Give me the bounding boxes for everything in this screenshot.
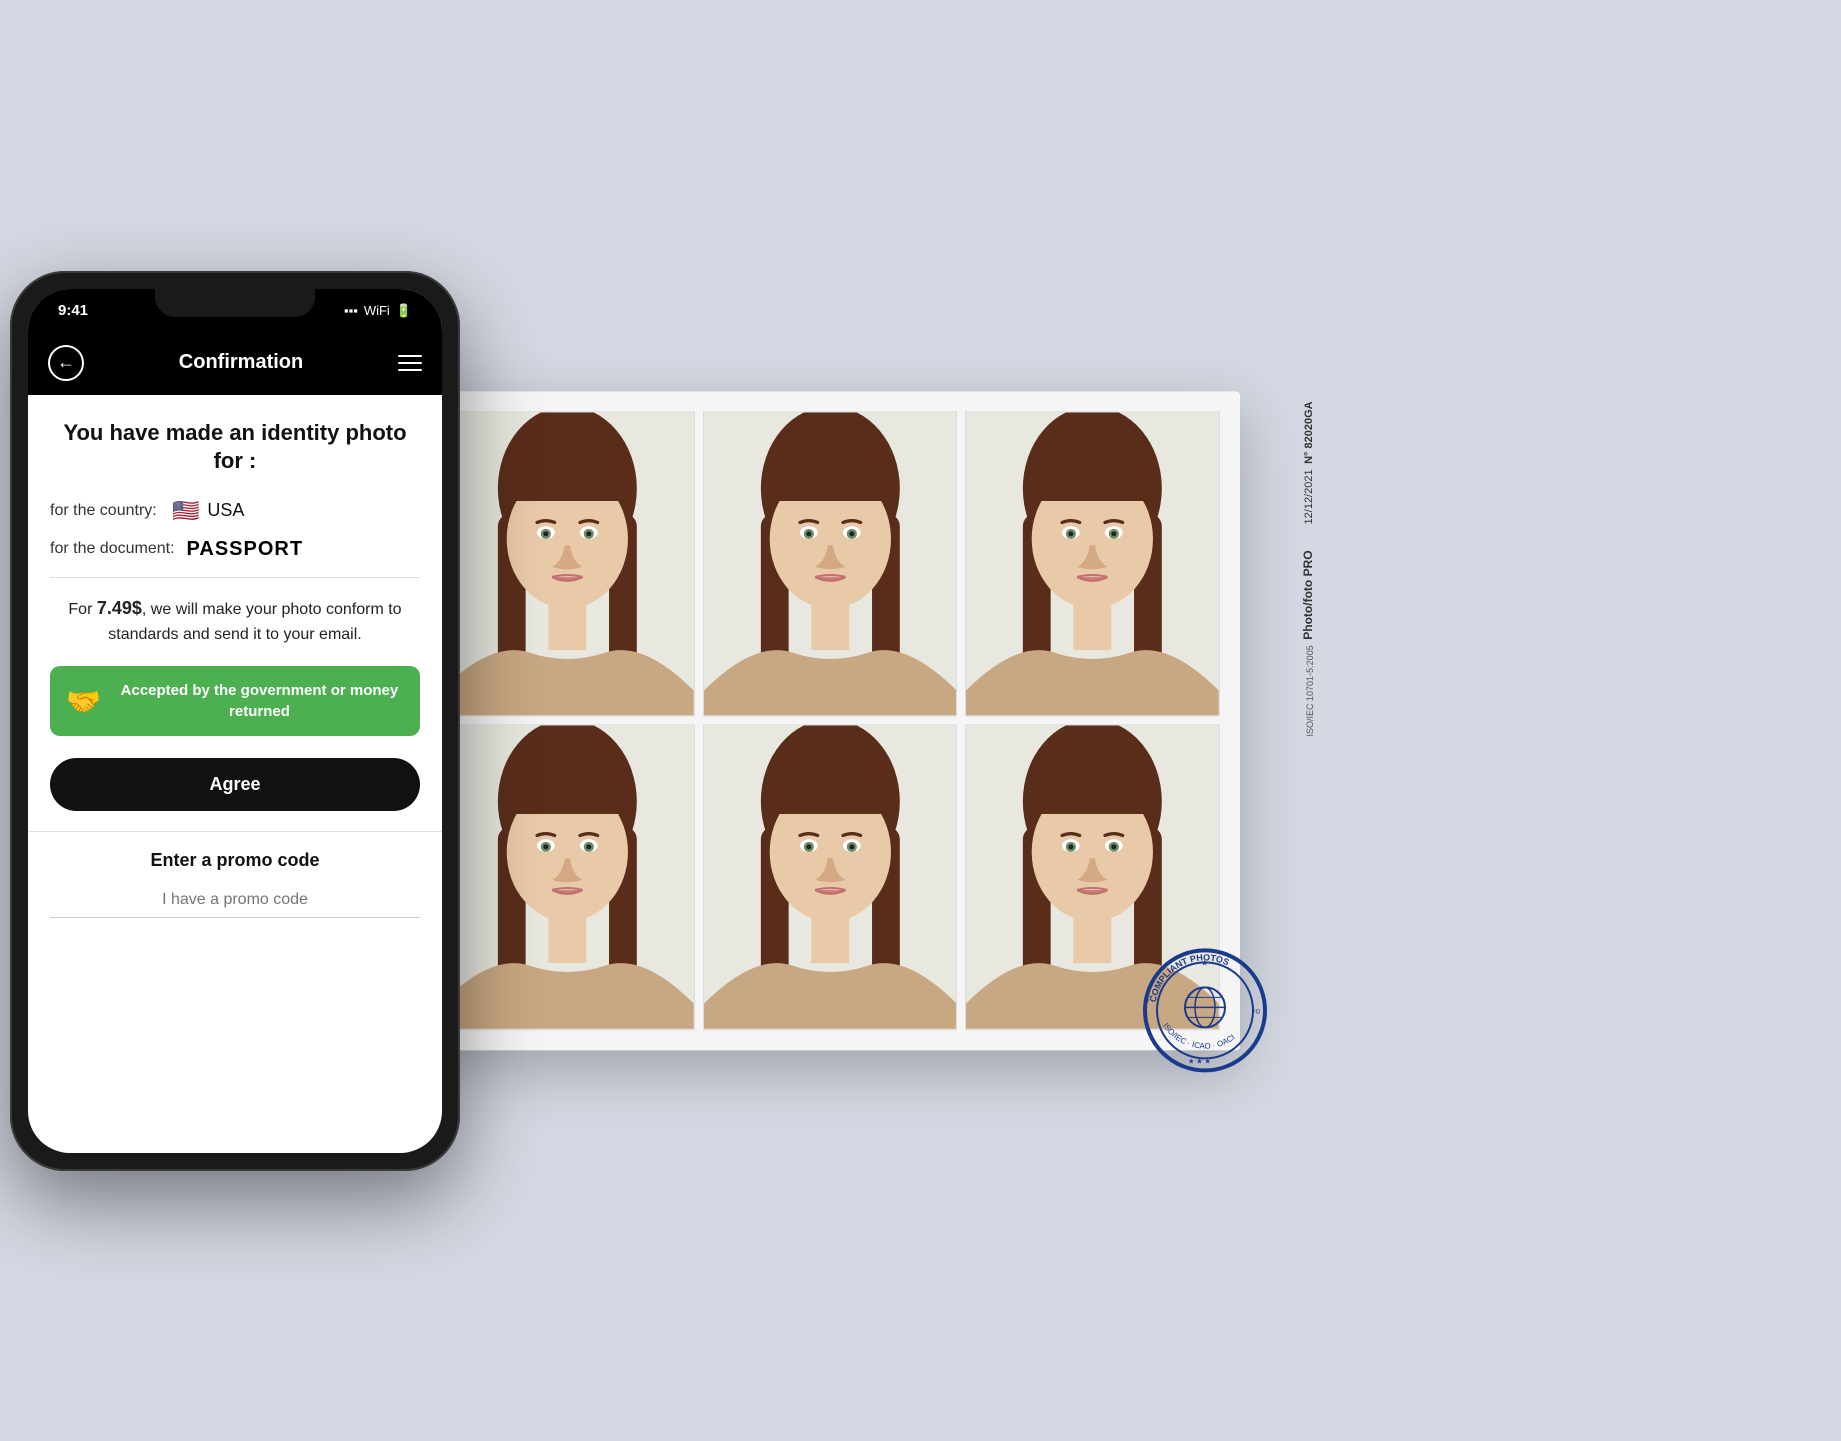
phone-mockup: 9:41 ▪▪▪ WiFi 🔋 ← Confirmation: [0, 271, 470, 1171]
photo-cell-5: [703, 725, 958, 1031]
svg-text:FO: FO: [1252, 1009, 1261, 1015]
menu-button[interactable]: [398, 355, 422, 371]
nav-bar: ← Confirmation: [28, 333, 442, 395]
iso-text: ISO/IEC 10701-5:2005: [1305, 646, 1315, 737]
divider-1: [50, 577, 420, 578]
wifi-icon: WiFi: [364, 303, 390, 318]
promo-label: Enter a promo code: [50, 850, 420, 871]
sheet-date: 12/12/2021: [1303, 469, 1315, 524]
brand-name: Photo/foto PRO: [1301, 550, 1315, 639]
document-row: for the document: PASSPORT: [50, 538, 420, 561]
document-label: for the document:: [50, 540, 175, 558]
phone-notch: [155, 289, 315, 317]
country-name: USA: [207, 500, 244, 521]
photo-cell-1: [440, 411, 695, 717]
serial-number: N° 82020GA: [1303, 401, 1315, 464]
country-value: 🇺🇸 USA: [172, 498, 244, 524]
nav-title: Confirmation: [179, 351, 303, 374]
screen-content: You have made an identity photo for : fo…: [28, 395, 442, 939]
status-time: 9:41: [58, 302, 88, 319]
headline-text: You have made an identity photo for :: [50, 419, 420, 476]
price-section: For 7.49$, we will make your photo confo…: [50, 594, 420, 648]
handshake-icon: 🤝: [66, 685, 101, 718]
passport-photo-4: [441, 726, 694, 1030]
svg-text:★ ★ ★: ★ ★ ★: [1188, 1057, 1211, 1065]
country-row: for the country: 🇺🇸 USA: [50, 498, 420, 524]
photo-cell-4: [440, 725, 695, 1031]
promo-input[interactable]: [50, 883, 420, 918]
battery-icon: 🔋: [396, 303, 412, 319]
sheet-side-info: N° 82020GA 12/12/2021 Photo/foto PRO ISO…: [1301, 401, 1315, 737]
photo-cell-3: [965, 411, 1220, 717]
svg-text:★: ★: [1201, 958, 1208, 967]
back-button[interactable]: ←: [48, 345, 84, 381]
flag-icon: 🇺🇸: [172, 498, 199, 524]
passport-photo-5: [704, 726, 957, 1030]
photo-cell-2: [703, 411, 958, 717]
menu-line-3: [398, 369, 422, 371]
country-label: for the country:: [50, 502, 160, 520]
guarantee-text: Accepted by the government or money retu…: [115, 680, 404, 722]
stamp-svg: COMPLIANT PHOTOS ISO/IEC · ICAO · OACI ★…: [1140, 945, 1270, 1075]
signal-icon: ▪▪▪: [344, 303, 358, 318]
menu-line-2: [398, 362, 422, 364]
passport-photo-1: [441, 412, 694, 716]
divider-2: [28, 831, 442, 832]
back-icon: ←: [57, 352, 75, 373]
status-icons: ▪▪▪ WiFi 🔋: [344, 303, 412, 319]
photo-sheet-wrapper: N° 82020GA 12/12/2021 Photo/foto PRO ISO…: [420, 391, 1240, 1050]
photo-sheet: N° 82020GA 12/12/2021 Photo/foto PRO ISO…: [420, 391, 1240, 1050]
agree-button[interactable]: Agree: [50, 758, 420, 811]
passport-photo-2: [704, 412, 957, 716]
document-type: PASSPORT: [187, 538, 304, 561]
menu-line-1: [398, 355, 422, 357]
phone-screen: 9:41 ▪▪▪ WiFi 🔋 ← Confirmation: [28, 289, 442, 1153]
price-value: 7.49$: [97, 598, 142, 618]
compliance-stamp: COMPLIANT PHOTOS ISO/IEC · ICAO · OACI ★…: [1140, 945, 1270, 1080]
guarantee-banner: 🤝 Accepted by the government or money re…: [50, 666, 420, 736]
phone-shell: 9:41 ▪▪▪ WiFi 🔋 ← Confirmation: [10, 271, 460, 1171]
passport-photo-3: [966, 412, 1219, 716]
